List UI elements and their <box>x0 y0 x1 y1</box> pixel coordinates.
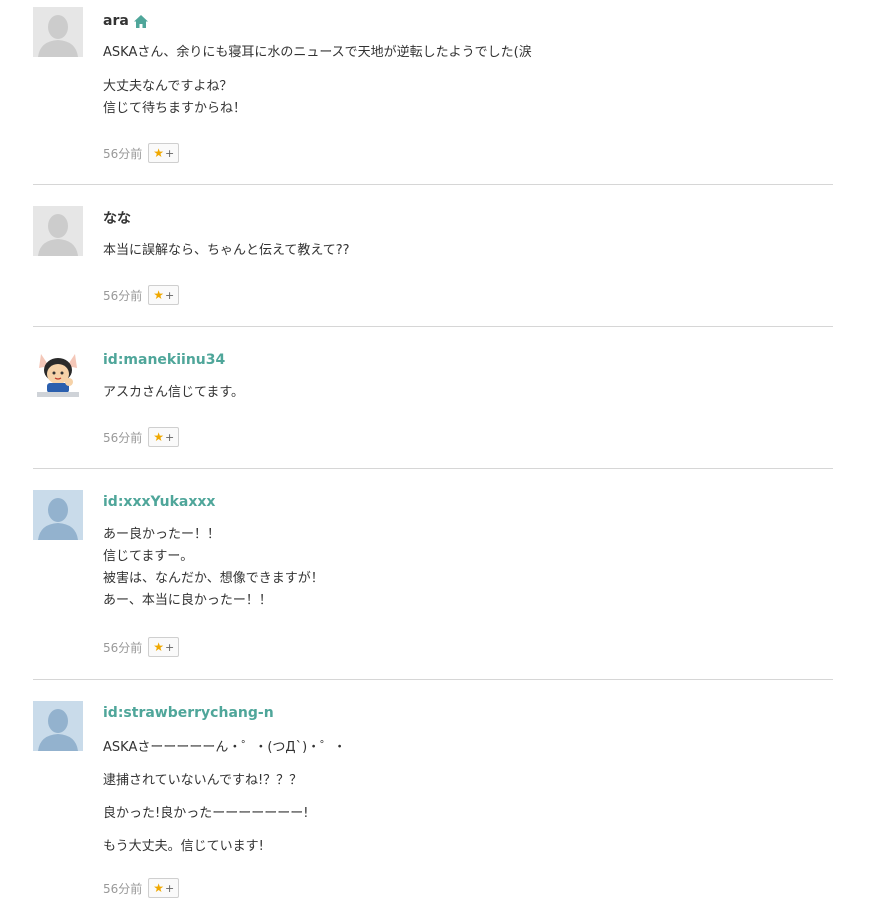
plus-label: + <box>165 430 175 444</box>
comment-text-line: ASKAさーーーーーん・゜・(つД`)・゜・ <box>103 740 347 755</box>
comment-timestamp[interactable]: 56分前 <box>103 639 142 656</box>
comment-paragraph: もう大丈夫。信じています! <box>103 836 264 858</box>
comment-paragraph: あー良かったー！！ 信じてますー。被害は、なんだか、想像できますが！ あー、本当に良… <box>103 524 324 612</box>
add-star-button[interactable]: ★ + <box>148 637 180 657</box>
comment-body: なな本当に誤解なら、ちゃんと伝えて教えて?? 56分前 ★ + <box>103 185 833 326</box>
commenter-name[interactable]: id:strawberrychang-n <box>103 705 274 721</box>
commenter-name: なな <box>103 211 131 227</box>
comment-text-line: アスカさん信じてます。 <box>103 385 245 400</box>
cat-character-avatar[interactable] <box>33 348 83 398</box>
comment-meta: 56分前 ★ + <box>103 285 180 305</box>
comment-paragraph: ASKAさん、余りにも寝耳に水のニュースで天地が逆転したようでした(涙 <box>103 42 532 64</box>
comment-timestamp[interactable]: 56分前 <box>103 287 142 304</box>
comment-paragraph: 良かった!良かったーーーーーーー! <box>103 803 308 825</box>
user-avatar[interactable] <box>33 7 83 57</box>
home-icon[interactable] <box>133 14 148 28</box>
comment-body: ara ASKAさん、余りにも寝耳に水のニュースで天地が逆転したようでした(涙 大丈… <box>103 0 833 184</box>
comment-text-line: あー、本当に良かったー！！ <box>103 593 272 608</box>
comment-text-line: 信じてますー。 <box>103 549 194 564</box>
user-avatar[interactable] <box>33 206 83 256</box>
star-icon: ★ <box>153 640 165 654</box>
comment-paragraph: 逮捕されていないんですね!？？？ <box>103 770 302 792</box>
comment-item: id:xxxYukaxxx あー良かったー！！ 信じてますー。被害は、なんだか、想像… <box>33 469 833 680</box>
star-icon: ★ <box>153 288 165 302</box>
comment-timestamp[interactable]: 56分前 <box>103 429 142 446</box>
comment-header: ara <box>103 10 148 32</box>
comment-text-line: 信じて待ちますからね！ <box>103 101 247 116</box>
comment-item: id:strawberrychang-n ASKAさーーーーーん・゜・(つД`)・… <box>33 680 833 904</box>
comment-meta: 56分前 ★ + <box>103 878 180 898</box>
plus-label: + <box>165 881 175 895</box>
comment-text-line: 被害は、なんだか、想像できますが！ <box>103 571 324 586</box>
comment-text-line: もう大丈夫。信じています! <box>103 839 264 854</box>
comment-header: id:strawberrychang-n <box>103 702 274 724</box>
comment-body: id:xxxYukaxxx あー良かったー！！ 信じてますー。被害は、なんだか、想像… <box>103 469 833 679</box>
plus-label: + <box>165 288 175 302</box>
comment-timestamp[interactable]: 56分前 <box>103 880 142 897</box>
add-star-button[interactable]: ★ + <box>148 427 180 447</box>
commenter-name: ara <box>103 13 129 29</box>
comment-item: なな本当に誤解なら、ちゃんと伝えて教えて?? 56分前 ★ + <box>33 185 833 327</box>
add-star-button[interactable]: ★ + <box>148 143 180 163</box>
star-icon: ★ <box>153 146 165 160</box>
comment-meta: 56分前 ★ + <box>103 143 180 163</box>
comment-body: id:manekiinu34 アスカさん信じてます。 56分前 ★ + <box>103 327 833 468</box>
plus-label: + <box>165 640 175 654</box>
comment-body: id:strawberrychang-n ASKAさーーーーーん・゜・(つД`)・… <box>103 680 833 904</box>
comment-text-line: ASKAさん、余りにも寝耳に水のニュースで天地が逆転したようでした(涙 <box>103 45 532 60</box>
user-avatar[interactable] <box>33 701 83 751</box>
commenter-name[interactable]: id:manekiinu34 <box>103 352 225 368</box>
comment-item: ara ASKAさん、余りにも寝耳に水のニュースで天地が逆転したようでした(涙 大丈… <box>33 0 833 185</box>
comment-meta: 56分前 ★ + <box>103 427 180 447</box>
comment-meta: 56分前 ★ + <box>103 637 180 657</box>
comment-text-line: 本当に誤解なら、ちゃんと伝えて教えて?? <box>103 243 350 258</box>
star-icon: ★ <box>153 430 165 444</box>
comment-text-line: 大丈夫なんですよね？ <box>103 79 233 94</box>
plus-label: + <box>165 146 175 160</box>
comment-paragraph: 大丈夫なんですよね？ 信じて待ちますからね！ <box>103 76 246 120</box>
comment-paragraph: 本当に誤解なら、ちゃんと伝えて教えて?? <box>103 240 350 262</box>
comment-text-line: あー良かったー！！ <box>103 527 221 542</box>
comment-text-line: 良かった!良かったーーーーーーー! <box>103 806 309 821</box>
comment-header: id:manekiinu34 <box>103 349 225 371</box>
commenter-name[interactable]: id:xxxYukaxxx <box>103 494 215 510</box>
comment-timestamp[interactable]: 56分前 <box>103 145 142 162</box>
user-avatar[interactable] <box>33 490 83 540</box>
star-icon: ★ <box>153 881 165 895</box>
add-star-button[interactable]: ★ + <box>148 878 180 898</box>
comment-header: id:xxxYukaxxx <box>103 491 215 513</box>
add-star-button[interactable]: ★ + <box>148 285 180 305</box>
comment-paragraph: ASKAさーーーーーん・゜・(つД`)・゜・ <box>103 737 346 759</box>
comment-paragraph: アスカさん信じてます。 <box>103 382 244 404</box>
comment-item: id:manekiinu34 アスカさん信じてます。 56分前 ★ + <box>33 327 833 469</box>
comment-header: なな <box>103 207 131 229</box>
comment-text-line: 逮捕されていないんですね!？？？ <box>103 773 303 788</box>
